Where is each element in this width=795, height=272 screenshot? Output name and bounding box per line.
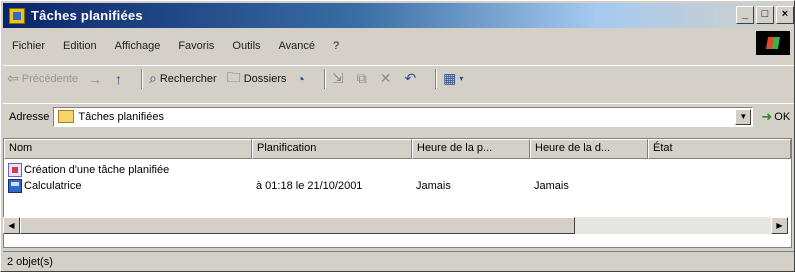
list-item[interactable]: Calculatrice à 01:18 le 21/10/2001 Jamai…	[4, 178, 791, 194]
item-name: Création d'une tâche planifiée	[24, 163, 170, 176]
go-arrow-icon: ➜	[761, 108, 773, 124]
search-icon: ⌕	[149, 70, 157, 86]
scheduled-tasks-icon	[9, 7, 25, 24]
address-field[interactable]: Tâches planifiées ▼	[53, 106, 754, 127]
scroll-right-button[interactable]: ▶	[771, 217, 788, 234]
add-task-icon	[8, 163, 22, 177]
folder-icon	[58, 110, 75, 123]
search-label: Rechercher	[159, 72, 217, 85]
horizontal-scrollbar[interactable]: ◀ ▶	[3, 217, 788, 234]
scroll-thumb[interactable]	[20, 217, 575, 234]
menu-fichier[interactable]: Fichier	[3, 40, 54, 52]
up-button[interactable]: ↑	[115, 71, 125, 87]
object-count: 2 objet(s)	[7, 255, 53, 268]
delete-button[interactable]: ✕	[380, 70, 395, 87]
views-button[interactable]: ▦ ▾	[443, 70, 466, 87]
item-next-run: Jamais	[416, 180, 451, 192]
delete-icon: ✕	[379, 70, 392, 86]
copy-to-button[interactable]: ⧉	[357, 70, 370, 87]
toolbar-separator	[435, 68, 438, 89]
back-button[interactable]: ⇦ Précédente	[7, 70, 78, 87]
views-icon: ▦	[443, 70, 457, 86]
column-header-nom[interactable]: Nom	[4, 139, 252, 159]
undo-button[interactable]: ↶	[404, 70, 419, 87]
column-header-heure-derniere[interactable]: Heure de la d...	[530, 139, 648, 159]
scroll-left-button[interactable]: ◀	[3, 217, 20, 234]
status-bar: 2 objet(s)	[3, 251, 794, 271]
list-item[interactable]: Création d'une tâche planifiée	[4, 162, 791, 178]
address-bar: Adresse Tâches planifiées ▼ ➜ OK	[3, 103, 794, 129]
standard-toolbar: ⇦ Précédente → ↑ ⌕ Rechercher 🗀 Dossiers…	[3, 65, 794, 91]
move-to-icon: ⇲	[331, 70, 344, 86]
item-name: Calculatrice	[24, 179, 82, 192]
folders-button[interactable]: 🗀 Dossiers	[227, 67, 287, 91]
column-headers: Nom Planification Heure de la p... Heure…	[4, 139, 791, 159]
windows-logo-icon	[756, 31, 790, 55]
menu-outils[interactable]: Outils	[223, 40, 269, 52]
folders-label: Dossiers	[243, 72, 287, 85]
column-header-planification[interactable]: Planification	[252, 139, 412, 159]
back-label: Précédente	[21, 72, 78, 85]
toolbar-separator	[323, 68, 326, 89]
address-value: Tâches planifiées	[78, 110, 164, 123]
menu-edition[interactable]: Edition	[54, 40, 106, 52]
history-button[interactable]: ◔	[297, 71, 308, 87]
menu-affichage[interactable]: Affichage	[106, 40, 170, 52]
calculator-icon	[8, 179, 22, 193]
chevron-down-icon: ▾	[459, 74, 464, 83]
menu-favoris[interactable]: Favoris	[169, 40, 223, 52]
window-controls: _ □ ×	[736, 6, 794, 24]
toolbar-separator	[141, 68, 143, 89]
folder-up-icon: ↑	[115, 70, 122, 87]
column-header-etat[interactable]: État	[648, 139, 791, 159]
window-title: Tâches planifiées	[31, 8, 143, 23]
item-schedule: à 01:18 le 21/10/2001	[256, 180, 363, 192]
move-to-button[interactable]: ⇲	[332, 70, 347, 87]
copy-to-icon: ⧉	[356, 70, 367, 86]
explorer-window: Tâches planifiées _ □ × Fichier Edition …	[0, 0, 795, 272]
go-button[interactable]: ➜ OK	[761, 109, 790, 125]
menu-avance[interactable]: Avancé	[270, 40, 325, 52]
maximize-button[interactable]: □	[756, 6, 774, 24]
address-label: Adresse	[9, 110, 50, 123]
address-dropdown-button[interactable]: ▼	[735, 108, 752, 125]
menu-help[interactable]: ?	[324, 40, 348, 52]
go-label: OK	[774, 110, 791, 123]
undo-icon: ↶	[404, 70, 417, 86]
forward-arrow-icon: →	[88, 70, 102, 87]
item-last-run: Jamais	[534, 180, 569, 192]
back-arrow-icon: ⇦	[7, 70, 19, 86]
search-button[interactable]: ⌕ Rechercher	[149, 70, 217, 87]
menu-bar: Fichier Edition Affichage Favoris Outils…	[3, 36, 763, 56]
forward-button[interactable]: →	[88, 71, 105, 87]
history-icon: ◔	[296, 70, 305, 87]
folders-icon: 🗀	[226, 68, 241, 85]
column-header-heure-prochaine[interactable]: Heure de la p...	[412, 139, 530, 159]
close-button[interactable]: ×	[776, 6, 794, 24]
minimize-button[interactable]: _	[736, 6, 754, 24]
title-bar[interactable]: Tâches planifiées _ □ ×	[3, 3, 794, 28]
